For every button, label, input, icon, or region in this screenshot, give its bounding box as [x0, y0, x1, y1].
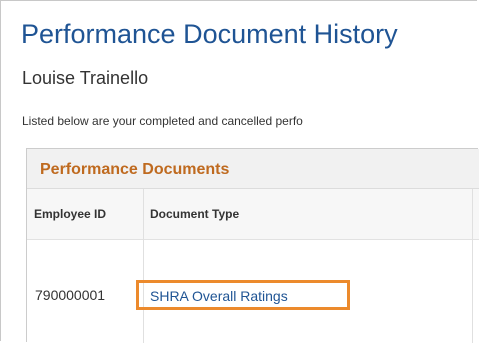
page-description: Listed below are your completed and canc… [22, 114, 303, 128]
document-type-link-label: SHRA Overall Ratings [150, 288, 288, 304]
grid-header: Performance Documents [27, 149, 479, 189]
document-type-link[interactable]: SHRA Overall Ratings [136, 280, 350, 310]
grid-title: Performance Documents [40, 161, 230, 178]
table-row: 790000001 SHRA Overall Ratings [27, 240, 479, 343]
employee-name: Louise Trainello [22, 68, 149, 88]
column-header-document-type[interactable]: Document Type [150, 207, 239, 221]
column-header-employee-id[interactable]: Employee ID [34, 207, 106, 221]
employee-id-cell: 790000001 [35, 287, 106, 303]
performance-documents-grid: Performance Documents Employee ID Docume… [26, 148, 479, 343]
page-frame: Performance Document History Louise Trai… [0, 0, 479, 343]
page-title: Performance Document History [21, 19, 398, 49]
column-header-row: Employee ID Document Type [27, 189, 479, 240]
